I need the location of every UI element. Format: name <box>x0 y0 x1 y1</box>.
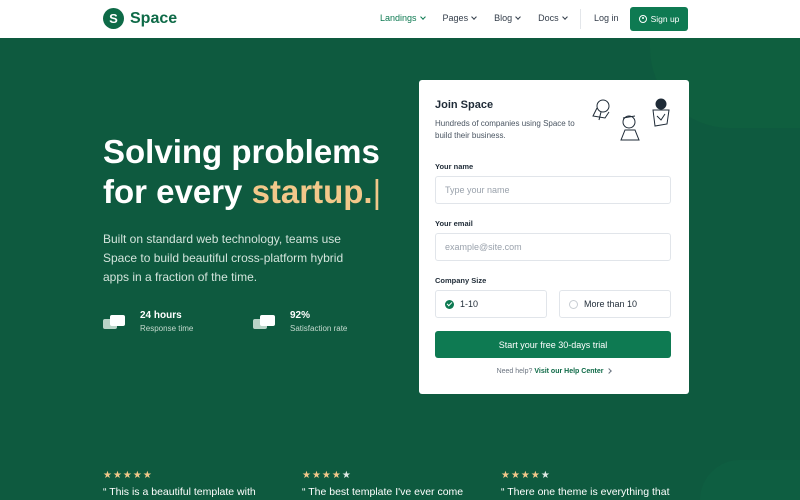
team-illustration-icon <box>592 98 670 141</box>
typing-cursor: | <box>372 173 382 210</box>
nav-item-docs[interactable]: Docs <box>538 13 568 23</box>
help-prefix: Need help? <box>496 368 533 375</box>
nav-item-pages[interactable]: Pages <box>443 13 477 23</box>
hero-title-line2: for every <box>103 173 252 210</box>
stat-response-time: 24 hours Response time <box>103 310 193 333</box>
stat-label: Response time <box>140 324 194 333</box>
radio-unchecked-icon <box>569 299 578 309</box>
brand-logo-link[interactable]: S Space <box>103 8 177 29</box>
form-subtitle: Hundreds of companies using Space to bui… <box>435 119 575 140</box>
chat-bubbles-icon <box>103 313 125 333</box>
logo-icon: S <box>103 8 124 29</box>
email-label: Your email <box>435 219 473 228</box>
form-title: Join Space <box>435 99 494 111</box>
size-option-more-than-10[interactable]: More than 10 <box>559 290 671 318</box>
nav-item-label: Docs <box>538 13 559 23</box>
chevron-down-icon <box>561 13 568 20</box>
user-icon <box>638 15 647 23</box>
background-decoration <box>700 460 800 500</box>
stat-value: 92% <box>290 310 311 321</box>
signup-label: Sign up <box>650 14 680 24</box>
navbar: S Space Landings Pages Blog Docs Log in … <box>0 0 800 38</box>
nav-menu: Landings Pages Blog Docs <box>380 13 585 23</box>
chevron-down-icon <box>471 13 477 20</box>
testimonial-card: ★★★★★ “ There one theme is everything th… <box>501 470 691 498</box>
chevron-down-icon <box>419 13 426 20</box>
testimonial-quote: “ There one theme is everything that <box>501 486 670 498</box>
signup-button[interactable]: Sign up <box>630 7 688 31</box>
size-option-label: More than 10 <box>584 299 638 309</box>
rating-stars: ★★★★★ <box>302 470 352 481</box>
size-option-1-10[interactable]: 1-10 <box>435 290 547 318</box>
hero-description: Built on standard web technology, teams … <box>103 232 344 284</box>
stat-label: Satisfaction rate <box>290 324 348 333</box>
rating-stars: ★★★★★ <box>103 470 153 481</box>
help-text: Need help? Visit our Help Center <box>419 368 689 375</box>
check-bubble-icon <box>253 313 275 333</box>
nav-item-label: Landings <box>380 13 417 23</box>
rating-stars: ★★★★★ <box>501 470 551 481</box>
start-trial-button[interactable]: Start your free 30-days trial <box>435 331 671 358</box>
help-center-link[interactable]: Visit our Help Center <box>534 368 603 375</box>
testimonial-card: ★★★★★ “ This is a beautiful template wit… <box>103 470 293 498</box>
login-link[interactable]: Log in <box>594 13 619 23</box>
testimonial-quote: “ The best template I've ever come <box>302 486 464 498</box>
nav-divider <box>580 9 581 29</box>
nav-item-label: Pages <box>442 13 469 23</box>
join-form-card: Join Space Hundreds of companies using S… <box>419 80 689 394</box>
name-input[interactable]: Type your name <box>435 176 671 204</box>
radio-checked-icon <box>445 299 454 309</box>
chevron-right-icon <box>606 368 613 374</box>
testimonial-quote: “ This is a beautiful template with <box>103 486 256 498</box>
company-size-label: Company Size <box>435 276 487 285</box>
email-input[interactable]: example@site.com <box>435 233 671 261</box>
nav-item-landings[interactable]: Landings <box>380 13 426 23</box>
brand-name: Space <box>130 9 178 27</box>
stat-satisfaction-rate: 92% Satisfaction rate <box>253 310 347 333</box>
name-label: Your name <box>435 162 474 171</box>
stat-value: 24 hours <box>140 310 182 321</box>
size-option-label: 1-10 <box>460 299 479 309</box>
hero-title-accent: startup. <box>251 173 373 210</box>
testimonial-card: ★★★★★ “ The best template I've ever come <box>302 470 492 498</box>
nav-item-blog[interactable]: Blog <box>494 13 521 23</box>
hero-title: Solving problems for every startup.| <box>103 132 423 212</box>
nav-item-label: Blog <box>494 13 513 23</box>
hero-title-line1: Solving problems <box>103 133 380 170</box>
chevron-down-icon <box>515 13 521 20</box>
